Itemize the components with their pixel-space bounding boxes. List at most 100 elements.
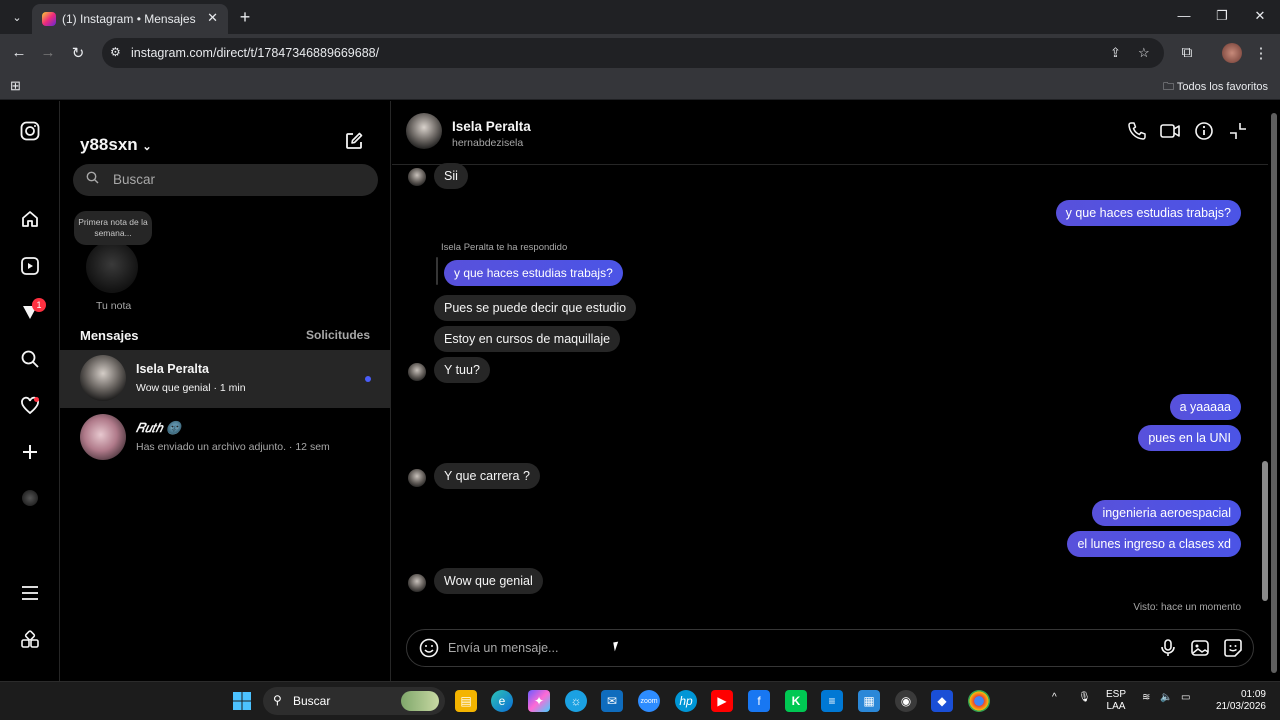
chat-avatar[interactable]: [406, 113, 442, 149]
tray-mic-icon[interactable]: 🎙: [1078, 692, 1091, 704]
search-input[interactable]: Buscar: [73, 164, 378, 196]
wifi-icon[interactable]: ≋: [1142, 692, 1150, 704]
message-outgoing: ingenieria aeroespacial: [1092, 500, 1241, 526]
notepad-icon[interactable]: ≡: [821, 690, 843, 712]
video-call-icon[interactable]: [1158, 121, 1182, 146]
info-icon[interactable]: [1192, 121, 1216, 146]
file-explorer-icon[interactable]: ▤: [455, 690, 477, 712]
minimize-chat-icon[interactable]: [1226, 121, 1250, 146]
language-bottom: LAA: [1106, 701, 1126, 712]
close-window-icon[interactable]: ✕: [1251, 8, 1269, 24]
volume-icon[interactable]: 🔈: [1160, 692, 1172, 704]
chevron-down-icon: ⌄: [142, 141, 152, 153]
notification-badge: 1: [32, 298, 46, 312]
microphone-icon[interactable]: [1157, 638, 1179, 663]
chat-thread: Isela Peralta hernabdezisela Sii y que h…: [392, 101, 1280, 681]
all-bookmarks-folder[interactable]: 🗀 Todos los favoritos: [1163, 78, 1268, 97]
message-avatar: [408, 469, 426, 487]
chrome-icon[interactable]: [968, 690, 990, 712]
taskbar-search[interactable]: ⚲ Buscar: [263, 687, 445, 715]
language-top: ESP: [1106, 689, 1127, 700]
copilot-icon[interactable]: ✦: [528, 690, 550, 712]
apps-grid-icon[interactable]: ⊞: [10, 78, 21, 94]
calendar-icon[interactable]: ▦: [858, 690, 880, 712]
minimize-icon[interactable]: —: [1175, 8, 1193, 23]
tab-search-icon[interactable]: ⌄: [6, 7, 28, 27]
chat-contact-name[interactable]: Isela Peralta: [452, 119, 531, 134]
taskbar-search-label: Buscar: [293, 694, 331, 708]
conversation-item[interactable]: 𝑅𝑢𝑡ℎ 🌚 Has enviado un archivo adjunto. ·…: [60, 409, 391, 467]
create-plus-icon[interactable]: [18, 440, 42, 464]
browser-toolbar: ← → ↻ ⚙ instagram.com/direct/t/178473468…: [0, 34, 1280, 72]
reels-icon[interactable]: [18, 254, 42, 278]
conversation-preview: Wow que genial · 1 min: [136, 382, 246, 394]
hp-icon[interactable]: hp: [675, 690, 697, 712]
threads-apps-icon[interactable]: [18, 628, 42, 652]
mail-icon[interactable]: ✉: [601, 690, 623, 712]
avatar: [80, 355, 126, 401]
page-scrollbar-thumb[interactable]: [1271, 113, 1277, 673]
back-icon[interactable]: ←: [10, 44, 28, 61]
profile-avatar[interactable]: [1222, 43, 1242, 63]
conversations-sidebar: y88sxn ⌄ Buscar Primera nota de la seman…: [60, 101, 391, 681]
conversation-item[interactable]: Isela Peralta Wow que genial · 1 min: [60, 350, 391, 408]
instagram-logo-icon[interactable]: [18, 119, 42, 143]
extensions-icon[interactable]: ⧉: [1178, 44, 1196, 61]
youtube-icon[interactable]: ▶: [711, 690, 733, 712]
hamburger-menu-icon[interactable]: [18, 581, 42, 605]
instagram-favicon-icon: [42, 12, 56, 26]
home-icon[interactable]: [18, 207, 42, 231]
messages-section-title: Mensajes: [80, 328, 139, 343]
weather-app-icon[interactable]: ☼: [565, 690, 587, 712]
tab-close-icon[interactable]: ✕: [207, 10, 218, 26]
message-incoming: Y tuu?: [434, 357, 490, 383]
url-text[interactable]: instagram.com/direct/t/17847346889669688…: [131, 46, 379, 60]
image-icon[interactable]: [1189, 638, 1211, 663]
recording-app-icon[interactable]: ◉: [895, 690, 917, 712]
new-message-icon[interactable]: [344, 131, 364, 157]
zoom-icon[interactable]: zoom: [638, 690, 660, 712]
new-tab-button[interactable]: +: [236, 7, 254, 28]
tray-overflow-icon[interactable]: ^: [1052, 692, 1057, 704]
message-incoming: Estoy en cursos de maquillaje: [434, 326, 621, 352]
browser-tab-instagram[interactable]: (1) Instagram • Mensajes ✕: [32, 4, 228, 34]
facebook-icon[interactable]: f: [748, 690, 770, 712]
account-switcher[interactable]: y88sxn ⌄: [80, 135, 152, 155]
maximize-icon[interactable]: ❐: [1213, 8, 1231, 24]
message-outgoing: a yaaaaa: [1169, 394, 1241, 420]
bookmark-star-icon[interactable]: ☆: [1138, 45, 1150, 61]
clock[interactable]: 01:09 21/03/2026: [1210, 689, 1266, 713]
emoji-icon[interactable]: [419, 638, 439, 663]
install-app-icon[interactable]: ⇪: [1110, 45, 1121, 61]
search-field-icon: [86, 171, 99, 187]
heart-icon[interactable]: [18, 394, 42, 418]
requests-link[interactable]: Solicitudes: [306, 328, 370, 342]
profile-avatar-icon[interactable]: [18, 486, 42, 510]
search-icon[interactable]: [18, 347, 42, 371]
sticker-icon[interactable]: [1222, 638, 1244, 663]
forward-icon[interactable]: →: [39, 44, 57, 61]
kick-icon[interactable]: K: [785, 690, 807, 712]
note-bubble[interactable]: Primera nota de la semana...: [74, 211, 152, 245]
reload-icon[interactable]: ↻: [69, 44, 87, 62]
phone-call-icon[interactable]: [1125, 121, 1149, 146]
message-input[interactable]: Envía un mensaje...: [406, 629, 1254, 667]
roblox-icon[interactable]: ◆: [931, 690, 953, 712]
windows-start-icon[interactable]: [231, 690, 253, 712]
language-indicator[interactable]: ESP LAA: [1106, 689, 1126, 713]
nav-rail: 1: [0, 101, 60, 681]
tab-title: (1) Instagram • Mensajes: [62, 12, 196, 26]
reply-bar: [436, 257, 438, 285]
seen-status: Visto: hace un momento: [1133, 602, 1241, 613]
page-scrollbar[interactable]: [1268, 101, 1280, 681]
edge-icon[interactable]: e: [491, 690, 513, 712]
note-avatar[interactable]: [86, 241, 138, 293]
message-placeholder: Envía un mensaje...: [448, 641, 559, 655]
battery-icon[interactable]: ▭: [1181, 692, 1190, 704]
site-info-icon[interactable]: ⚙: [110, 45, 121, 59]
conversation-name: Isela Peralta: [136, 362, 209, 376]
all-bookmarks-label: Todos los favoritos: [1176, 81, 1268, 93]
message-outgoing: y que haces estudias trabajs?: [1055, 200, 1241, 226]
browser-menu-icon[interactable]: ⋮: [1252, 44, 1270, 62]
address-bar[interactable]: ⚙ instagram.com/direct/t/178473468896696…: [102, 38, 1164, 68]
